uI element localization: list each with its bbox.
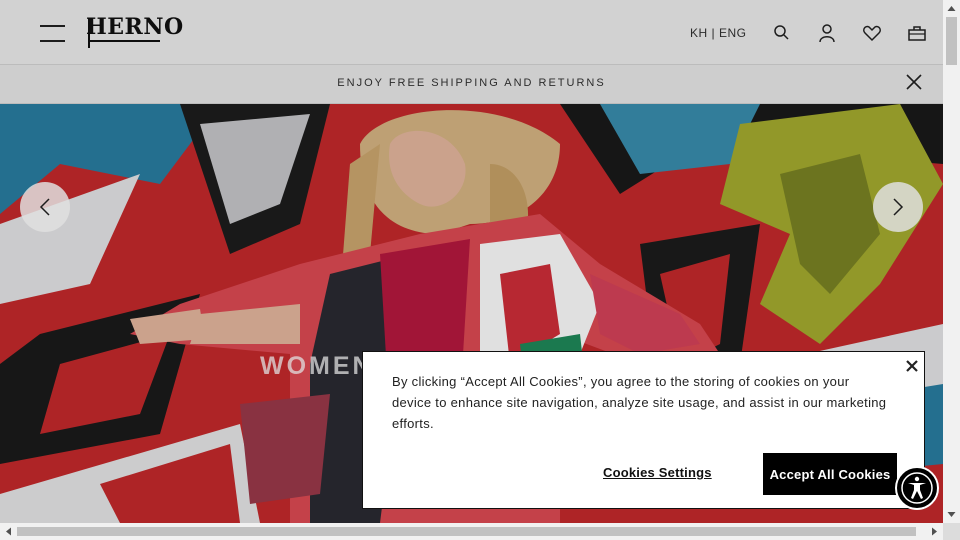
vertical-scrollbar[interactable] bbox=[943, 0, 960, 523]
scroll-right-icon[interactable] bbox=[926, 523, 943, 540]
scroll-left-icon[interactable] bbox=[0, 523, 17, 540]
horizontal-scroll-thumb[interactable] bbox=[17, 527, 916, 536]
page: HERNO KH | ENG ENJOY FREE SHIPPING AND R… bbox=[0, 0, 943, 523]
scroll-up-icon[interactable] bbox=[943, 0, 960, 17]
accessibility-icon bbox=[901, 472, 933, 504]
vertical-scroll-thumb[interactable] bbox=[946, 17, 957, 65]
scroll-down-icon[interactable] bbox=[943, 506, 960, 523]
accessibility-button[interactable] bbox=[895, 466, 939, 510]
accept-all-cookies-button[interactable]: Accept All Cookies bbox=[763, 453, 897, 495]
cookie-message: By clicking “Accept All Cookies”, you ag… bbox=[392, 374, 887, 431]
cookie-settings-link[interactable]: Cookies Settings bbox=[603, 465, 712, 480]
horizontal-scrollbar[interactable] bbox=[0, 523, 943, 540]
scrollbar-corner bbox=[943, 523, 960, 540]
cookie-consent-dialog: By clicking “Accept All Cookies”, you ag… bbox=[362, 351, 925, 509]
close-icon[interactable] bbox=[904, 358, 920, 374]
